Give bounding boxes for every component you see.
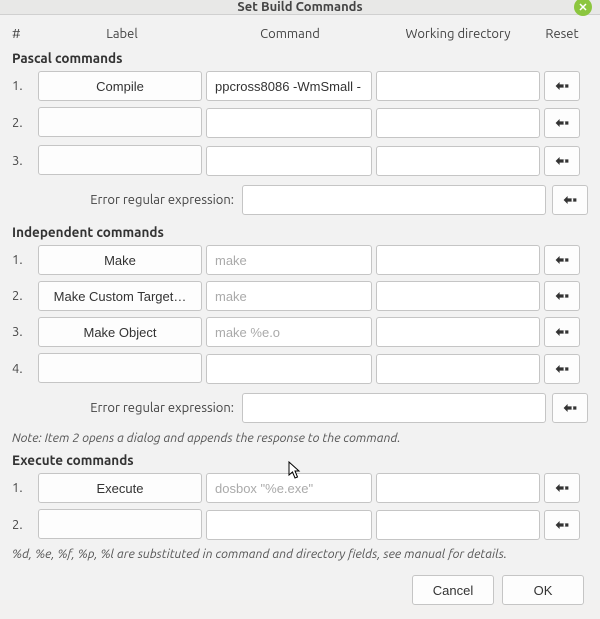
- workingdir-input[interactable]: [376, 108, 540, 138]
- pascal-row-1: 1. Compile: [12, 71, 588, 101]
- error-regex-label: Error regular expression:: [12, 193, 242, 207]
- reset-button[interactable]: [552, 393, 588, 423]
- independent-row-3: 3. Make Object: [12, 317, 588, 347]
- command-input[interactable]: [206, 245, 372, 275]
- row-num: 2.: [12, 289, 38, 303]
- execute-row-1: 1. Execute: [12, 473, 588, 503]
- header-wd: Working directory: [374, 27, 542, 41]
- workingdir-input[interactable]: [376, 146, 540, 176]
- note-independent: Note: Item 2 opens a dialog and appends …: [12, 431, 588, 451]
- reset-button[interactable]: [544, 317, 580, 347]
- label-button[interactable]: Make Custom Target…: [38, 281, 202, 311]
- close-icon[interactable]: [574, 0, 592, 16]
- label-button[interactable]: [38, 145, 202, 175]
- row-num: 3.: [12, 325, 38, 339]
- workingdir-input[interactable]: [376, 354, 540, 384]
- row-num: 2.: [12, 518, 38, 532]
- workingdir-input[interactable]: [376, 510, 540, 540]
- error-regex-input[interactable]: [242, 185, 546, 215]
- command-input[interactable]: [206, 473, 372, 503]
- pascal-error-regex-row: Error regular expression:: [12, 185, 588, 215]
- workingdir-input[interactable]: [376, 281, 540, 311]
- header-cmd: Command: [206, 27, 374, 41]
- header-reset: Reset: [542, 27, 582, 41]
- independent-row-4: 4.: [12, 353, 588, 385]
- pascal-row-2: 2.: [12, 107, 588, 139]
- reset-button[interactable]: [544, 473, 580, 503]
- command-input[interactable]: [206, 71, 372, 101]
- section-pascal-title: Pascal commands: [12, 49, 588, 71]
- reset-button[interactable]: [544, 245, 580, 275]
- error-regex-input[interactable]: [242, 393, 546, 423]
- reset-button[interactable]: [544, 354, 580, 384]
- label-button[interactable]: [38, 509, 202, 539]
- label-button[interactable]: [38, 107, 202, 137]
- reset-button[interactable]: [544, 281, 580, 311]
- row-num: 2.: [12, 116, 38, 130]
- workingdir-input[interactable]: [376, 245, 540, 275]
- column-headers: # Label Command Working directory Reset: [12, 23, 588, 49]
- command-input[interactable]: [206, 146, 372, 176]
- window-title: Set Build Commands: [237, 0, 362, 14]
- independent-row-1: 1. Make: [12, 245, 588, 275]
- cancel-button[interactable]: Cancel: [412, 575, 494, 605]
- reset-button[interactable]: [544, 510, 580, 540]
- workingdir-input[interactable]: [376, 71, 540, 101]
- row-num: 1.: [12, 481, 38, 495]
- execute-row-2: 2.: [12, 509, 588, 541]
- label-button[interactable]: Execute: [38, 473, 202, 503]
- row-num: 3.: [12, 154, 38, 168]
- dialog-footer: Cancel OK: [12, 567, 588, 609]
- reset-button[interactable]: [544, 71, 580, 101]
- titlebar: Set Build Commands: [0, 0, 600, 15]
- independent-error-regex-row: Error regular expression:: [12, 393, 588, 423]
- header-label: Label: [38, 27, 206, 41]
- error-regex-label: Error regular expression:: [12, 401, 242, 415]
- workingdir-input[interactable]: [376, 317, 540, 347]
- command-input[interactable]: [206, 354, 372, 384]
- command-input[interactable]: [206, 108, 372, 138]
- ok-button[interactable]: OK: [502, 575, 584, 605]
- note-substitution: %d, %e, %f, %p, %l are substituted in co…: [12, 547, 588, 567]
- reset-button[interactable]: [544, 146, 580, 176]
- label-button[interactable]: Make Object: [38, 317, 202, 347]
- command-input[interactable]: [206, 317, 372, 347]
- label-button[interactable]: Compile: [38, 71, 202, 101]
- label-button[interactable]: Make: [38, 245, 202, 275]
- section-independent-title: Independent commands: [12, 223, 588, 245]
- row-num: 4.: [12, 362, 38, 376]
- row-num: 1.: [12, 79, 38, 93]
- pascal-row-3: 3.: [12, 145, 588, 177]
- reset-button[interactable]: [552, 185, 588, 215]
- section-execute-title: Execute commands: [12, 451, 588, 473]
- header-num: #: [12, 27, 38, 41]
- independent-row-2: 2. Make Custom Target…: [12, 281, 588, 311]
- command-input[interactable]: [206, 281, 372, 311]
- workingdir-input[interactable]: [376, 473, 540, 503]
- command-input[interactable]: [206, 510, 372, 540]
- label-button[interactable]: [38, 353, 202, 383]
- reset-button[interactable]: [544, 108, 580, 138]
- row-num: 1.: [12, 253, 38, 267]
